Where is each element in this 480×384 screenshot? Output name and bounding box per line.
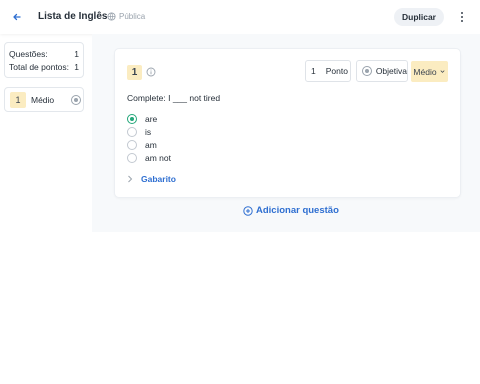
option-label: is <box>145 127 152 138</box>
option-radio[interactable] <box>127 127 137 138</box>
question-difficulty: Médio <box>31 95 55 105</box>
plus-circle-icon <box>243 205 253 216</box>
arrow-left-icon <box>13 13 21 21</box>
dots-vertical-icon <box>460 15 464 19</box>
question-number: 1 <box>127 65 142 80</box>
info-icon[interactable] <box>146 67 156 77</box>
option-item[interactable]: is <box>127 126 171 139</box>
dots-vertical-icon <box>460 11 464 14</box>
add-question-label: Adicionar questão <box>256 205 339 216</box>
difficulty-label: Médio <box>413 66 437 77</box>
points-unit: Ponto <box>325 66 348 76</box>
questions-count-label: Questões: <box>9 49 48 59</box>
answer-key-label: Gabarito <box>141 174 176 184</box>
total-points-value: 1 <box>74 62 79 72</box>
top-bar: Lista de Inglês Pública Duplicar <box>0 0 480 34</box>
questions-count-row: Questões: 1 <box>9 48 79 61</box>
option-radio[interactable] <box>127 152 137 163</box>
chevron-down-icon <box>440 70 445 73</box>
question-statement: Complete: I ___ not tired <box>127 93 221 103</box>
question-type-label: Objetiva <box>375 66 407 76</box>
question-status-indicator <box>71 95 81 105</box>
option-radio[interactable] <box>127 114 137 125</box>
visibility-label: Pública <box>119 12 146 21</box>
type-radio-icon <box>362 66 372 76</box>
answer-key-toggle[interactable]: Gabarito <box>127 174 176 184</box>
option-label: am not <box>145 152 171 163</box>
visibility-status[interactable]: Pública <box>107 12 145 21</box>
points-field[interactable]: 1 Ponto <box>305 60 351 82</box>
option-item[interactable]: are <box>127 113 171 126</box>
summary-panel: Questões: 1 Total de pontos: 1 <box>4 42 84 78</box>
difficulty-dropdown[interactable]: Médio <box>411 61 448 82</box>
total-points-label: Total de pontos: <box>9 62 70 72</box>
questions-count-value: 1 <box>74 49 79 59</box>
option-radio[interactable] <box>127 139 137 150</box>
option-label: am <box>145 139 157 150</box>
back-button[interactable] <box>10 10 24 24</box>
question-card: 1 1 Ponto Objetiva Médio Complete: I ___… <box>114 48 461 198</box>
sidebar-question-item[interactable]: 1 Médio <box>4 87 84 112</box>
option-label: are <box>145 114 158 125</box>
add-question-button[interactable]: Adicionar questão <box>243 205 339 216</box>
globe-icon <box>107 12 116 21</box>
question-type-selector[interactable]: Objetiva <box>356 60 408 82</box>
chevron-right-icon <box>128 175 133 183</box>
page-title: Lista de Inglês <box>38 11 108 22</box>
duplicate-button[interactable]: Duplicar <box>394 8 444 26</box>
total-points-row: Total de pontos: 1 <box>9 61 79 74</box>
options-list: are is am am not <box>127 113 171 164</box>
option-item[interactable]: am <box>127 139 171 152</box>
points-value: 1 <box>311 66 316 76</box>
question-number-badge: 1 <box>10 92 26 108</box>
dots-vertical-icon <box>460 20 464 23</box>
option-item[interactable]: am not <box>127 151 171 164</box>
more-options-button[interactable] <box>455 9 469 25</box>
